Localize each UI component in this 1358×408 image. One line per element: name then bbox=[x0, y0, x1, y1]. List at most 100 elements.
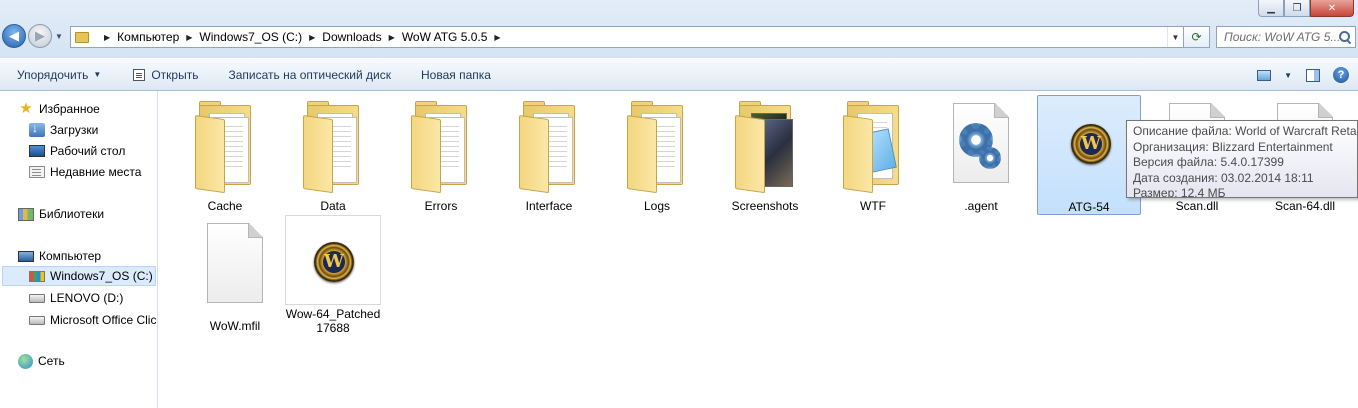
sidebar-item-network[interactable]: Сеть bbox=[18, 351, 65, 371]
maximize-icon[interactable]: ❐ bbox=[1284, 0, 1310, 17]
blank-file-icon bbox=[195, 221, 275, 311]
file-item-data[interactable]: Data bbox=[281, 95, 385, 215]
settings-file-icon bbox=[941, 101, 1021, 191]
organize-label: Упорядочить bbox=[17, 67, 89, 82]
file-name: Cache bbox=[207, 199, 243, 213]
folder-icon bbox=[185, 101, 265, 194]
tooltip-company: Организация: Blizzard Entertainment bbox=[1133, 139, 1333, 154]
address-dropdown-icon[interactable]: ▼ bbox=[1167, 27, 1183, 47]
chevron-right-icon[interactable]: ▶ bbox=[389, 33, 395, 42]
file-item-wow-64-patched[interactable]: W Wow-64_Patched 17688 bbox=[281, 215, 385, 335]
sidebar-item-label: Рабочий стол bbox=[50, 144, 126, 158]
file-info-tooltip: Описание файла: World of Warcraft Retail… bbox=[1126, 120, 1358, 198]
minimize-icon[interactable]: ▁ bbox=[1258, 0, 1284, 17]
file-item-interface[interactable]: Interface bbox=[497, 95, 601, 215]
navigation-pane: ★ Избранное Загрузки Рабочий стол Недавн… bbox=[0, 91, 158, 408]
title-bar: ▁ ❐ ✕ ◀ ▶ ▼ ▶ Компьютер ▶ Windows7_OS (C… bbox=[0, 0, 1358, 58]
file-name: Scan.dll bbox=[1175, 199, 1219, 213]
file-name: ATG-54 bbox=[1068, 200, 1110, 214]
tooltip-size: Размер: 12,4 МБ bbox=[1133, 186, 1226, 198]
preview-pane-button[interactable] bbox=[1302, 64, 1324, 86]
folder-icon bbox=[401, 101, 481, 194]
command-bar: Упорядочить ▼ Открыть Записать на оптиче… bbox=[0, 58, 1358, 91]
libraries-icon bbox=[18, 207, 34, 221]
windows-drive-icon bbox=[29, 270, 45, 282]
file-item-wow-mfil[interactable]: WoW.mfil bbox=[183, 215, 287, 335]
help-button[interactable]: ? bbox=[1330, 64, 1352, 86]
close-icon[interactable]: ✕ bbox=[1310, 0, 1354, 17]
file-item-agent[interactable]: .agent bbox=[929, 95, 1033, 215]
sidebar-item-recent-places[interactable]: Недавние места bbox=[29, 162, 141, 182]
recent-pages-dropdown[interactable]: ▼ bbox=[55, 32, 63, 41]
sidebar-item-computer[interactable]: Компьютер bbox=[18, 246, 101, 266]
file-name: WoW.mfil bbox=[209, 319, 261, 333]
file-item-wtf[interactable]: WTF bbox=[821, 95, 925, 215]
help-icon: ? bbox=[1333, 67, 1349, 83]
window-controls: ▁ ❐ ✕ bbox=[1258, 0, 1354, 18]
breadcrumb-current[interactable]: WoW ATG 5.0.5 bbox=[402, 30, 488, 44]
folder-icon bbox=[75, 31, 89, 43]
view-icon bbox=[1257, 69, 1272, 81]
new-folder-button[interactable]: Новая папка bbox=[412, 63, 500, 87]
refresh-button[interactable]: ⟳ bbox=[1184, 26, 1210, 48]
sidebar-item-label: Windows7_OS (C:) bbox=[50, 269, 153, 283]
forward-button[interactable]: ▶ bbox=[28, 24, 52, 48]
tooltip-description: Описание файла: World of Warcraft Retail bbox=[1133, 124, 1358, 138]
recent-places-icon bbox=[29, 166, 45, 178]
chevron-right-icon[interactable]: ▶ bbox=[186, 33, 192, 42]
open-label: Открыть bbox=[151, 67, 199, 82]
sidebar-item-desktop[interactable]: Рабочий стол bbox=[29, 141, 125, 161]
search-icon[interactable] bbox=[1339, 31, 1351, 43]
sidebar-item-libraries[interactable]: Библиотеки bbox=[18, 204, 104, 224]
sidebar-item-label: Загрузки bbox=[50, 123, 99, 137]
chevron-right-icon[interactable]: ▶ bbox=[494, 33, 500, 42]
open-icon bbox=[133, 68, 146, 81]
folder-icon bbox=[293, 101, 373, 194]
file-name: Data bbox=[320, 199, 346, 213]
computer-icon bbox=[18, 250, 34, 262]
wow-logo-icon: W bbox=[285, 215, 381, 305]
sidebar-item-label: Недавние места bbox=[50, 165, 142, 179]
sidebar-item-downloads[interactable]: Загрузки bbox=[29, 120, 98, 140]
sidebar-item-windows-drive[interactable]: Windows7_OS (C:) bbox=[2, 266, 156, 286]
drive-icon bbox=[29, 315, 45, 325]
breadcrumb-drive[interactable]: Windows7_OS (C:) bbox=[199, 30, 302, 44]
breadcrumb-computer[interactable]: Компьютер bbox=[117, 30, 179, 44]
nav-buttons: ◀ ▶ ▼ bbox=[2, 24, 63, 48]
sidebar-item-office-drive[interactable]: Microsoft Office Clic bbox=[29, 310, 156, 330]
address-bar[interactable]: ▶ Компьютер ▶ Windows7_OS (C:) ▶ Downloa… bbox=[70, 26, 1184, 48]
downloads-icon bbox=[29, 121, 45, 137]
file-name: Logs bbox=[643, 199, 671, 213]
wow-logo-icon: W bbox=[1049, 102, 1129, 192]
drive-icon bbox=[29, 293, 45, 303]
file-item-errors[interactable]: Errors bbox=[389, 95, 493, 215]
search-input[interactable]: Поиск: WoW ATG 5.... bbox=[1216, 26, 1356, 48]
change-view-button[interactable] bbox=[1253, 64, 1275, 86]
tooltip-created: Дата создания: 03.02.2014 18:11 bbox=[1133, 170, 1314, 185]
chevron-down-icon: ▼ bbox=[93, 70, 102, 79]
file-name: Screenshots bbox=[731, 199, 799, 213]
organize-button[interactable]: Упорядочить ▼ bbox=[8, 63, 110, 87]
sidebar-item-lenovo-drive[interactable]: LENOVO (D:) bbox=[29, 288, 123, 308]
folder-icon bbox=[725, 101, 805, 194]
search-placeholder: Поиск: WoW ATG 5.... bbox=[1224, 30, 1340, 44]
sidebar-item-label: Библиотеки bbox=[39, 207, 105, 221]
back-button[interactable]: ◀ bbox=[2, 24, 26, 48]
folder-icon bbox=[509, 101, 589, 194]
burn-disc-button[interactable]: Записать на оптический диск bbox=[219, 63, 400, 87]
chevron-right-icon[interactable]: ▶ bbox=[104, 33, 110, 42]
view-options-dropdown[interactable]: ▼ bbox=[1275, 63, 1296, 87]
file-item-cache[interactable]: Cache bbox=[173, 95, 277, 215]
breadcrumb-downloads[interactable]: Downloads bbox=[322, 30, 381, 44]
sidebar-item-favorites[interactable]: ★ Избранное bbox=[18, 99, 100, 119]
file-name: Scan-64.dll bbox=[1274, 199, 1336, 213]
open-button[interactable]: Открыть bbox=[124, 63, 207, 87]
chevron-right-icon[interactable]: ▶ bbox=[309, 33, 315, 42]
desktop-icon bbox=[29, 145, 45, 157]
chevron-down-icon: ▼ bbox=[1284, 70, 1292, 80]
file-name: Wow-64_Patched 17688 bbox=[285, 307, 381, 335]
file-name: WTF bbox=[860, 199, 886, 213]
file-name: Interface bbox=[525, 199, 573, 213]
file-item-logs[interactable]: Logs bbox=[605, 95, 709, 215]
file-item-screenshots[interactable]: Screenshots bbox=[713, 95, 817, 215]
